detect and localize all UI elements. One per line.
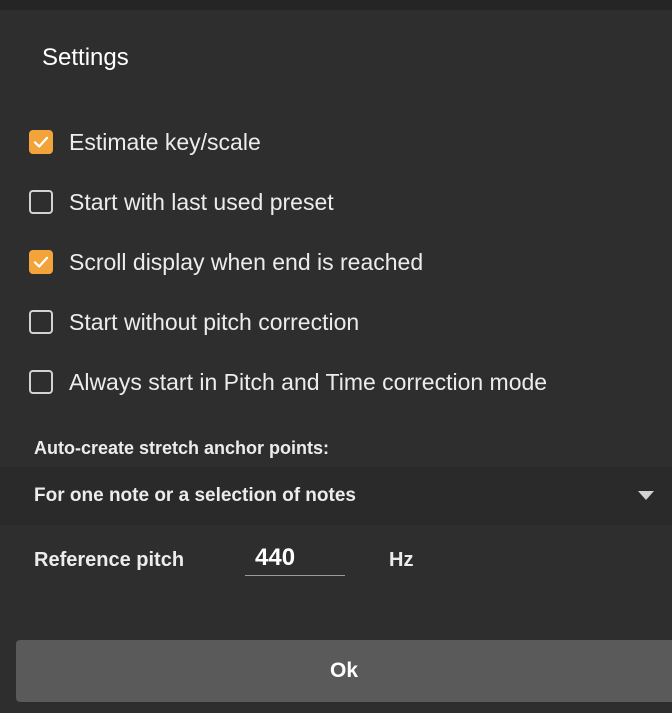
checkmark-icon[interactable] bbox=[29, 250, 53, 274]
settings-dialog: Settings Estimate key/scale Start with l… bbox=[0, 10, 672, 713]
checkbox-label: Scroll display when end is reached bbox=[69, 248, 424, 275]
checkbox-icon[interactable] bbox=[29, 310, 53, 334]
start-last-preset-checkbox[interactable]: Start with last used preset bbox=[29, 186, 334, 218]
start-without-pitch-correction-checkbox[interactable]: Start without pitch correction bbox=[29, 306, 359, 338]
checkbox-icon[interactable] bbox=[29, 190, 53, 214]
stretch-anchor-label: Auto-create stretch anchor points: bbox=[34, 438, 330, 458]
checkbox-label: Start with last used preset bbox=[69, 188, 334, 215]
checkbox-label: Always start in Pitch and Time correctio… bbox=[69, 368, 548, 395]
scroll-display-checkbox[interactable]: Scroll display when end is reached bbox=[29, 246, 423, 278]
reference-pitch-unit: Hz bbox=[389, 549, 414, 571]
stretch-anchor-dropdown[interactable]: For one note or a selection of notes bbox=[0, 467, 672, 525]
checkmark-icon[interactable] bbox=[29, 130, 53, 154]
pitch-time-mode-checkbox[interactable]: Always start in Pitch and Time correctio… bbox=[29, 366, 547, 398]
checkbox-label: Estimate key/scale bbox=[69, 128, 261, 155]
checkbox-icon[interactable] bbox=[29, 370, 53, 394]
dropdown-arrow-icon bbox=[638, 491, 654, 500]
estimate-key-checkbox[interactable]: Estimate key/scale bbox=[29, 126, 261, 158]
reference-pitch-input[interactable] bbox=[245, 540, 345, 576]
dialog-title: Settings bbox=[42, 44, 129, 71]
reference-pitch-label: Reference pitch bbox=[34, 549, 185, 571]
checkbox-label: Start without pitch correction bbox=[69, 308, 360, 335]
ok-button[interactable]: Ok bbox=[16, 640, 672, 702]
dropdown-selected-value: For one note or a selection of notes bbox=[34, 485, 356, 506]
